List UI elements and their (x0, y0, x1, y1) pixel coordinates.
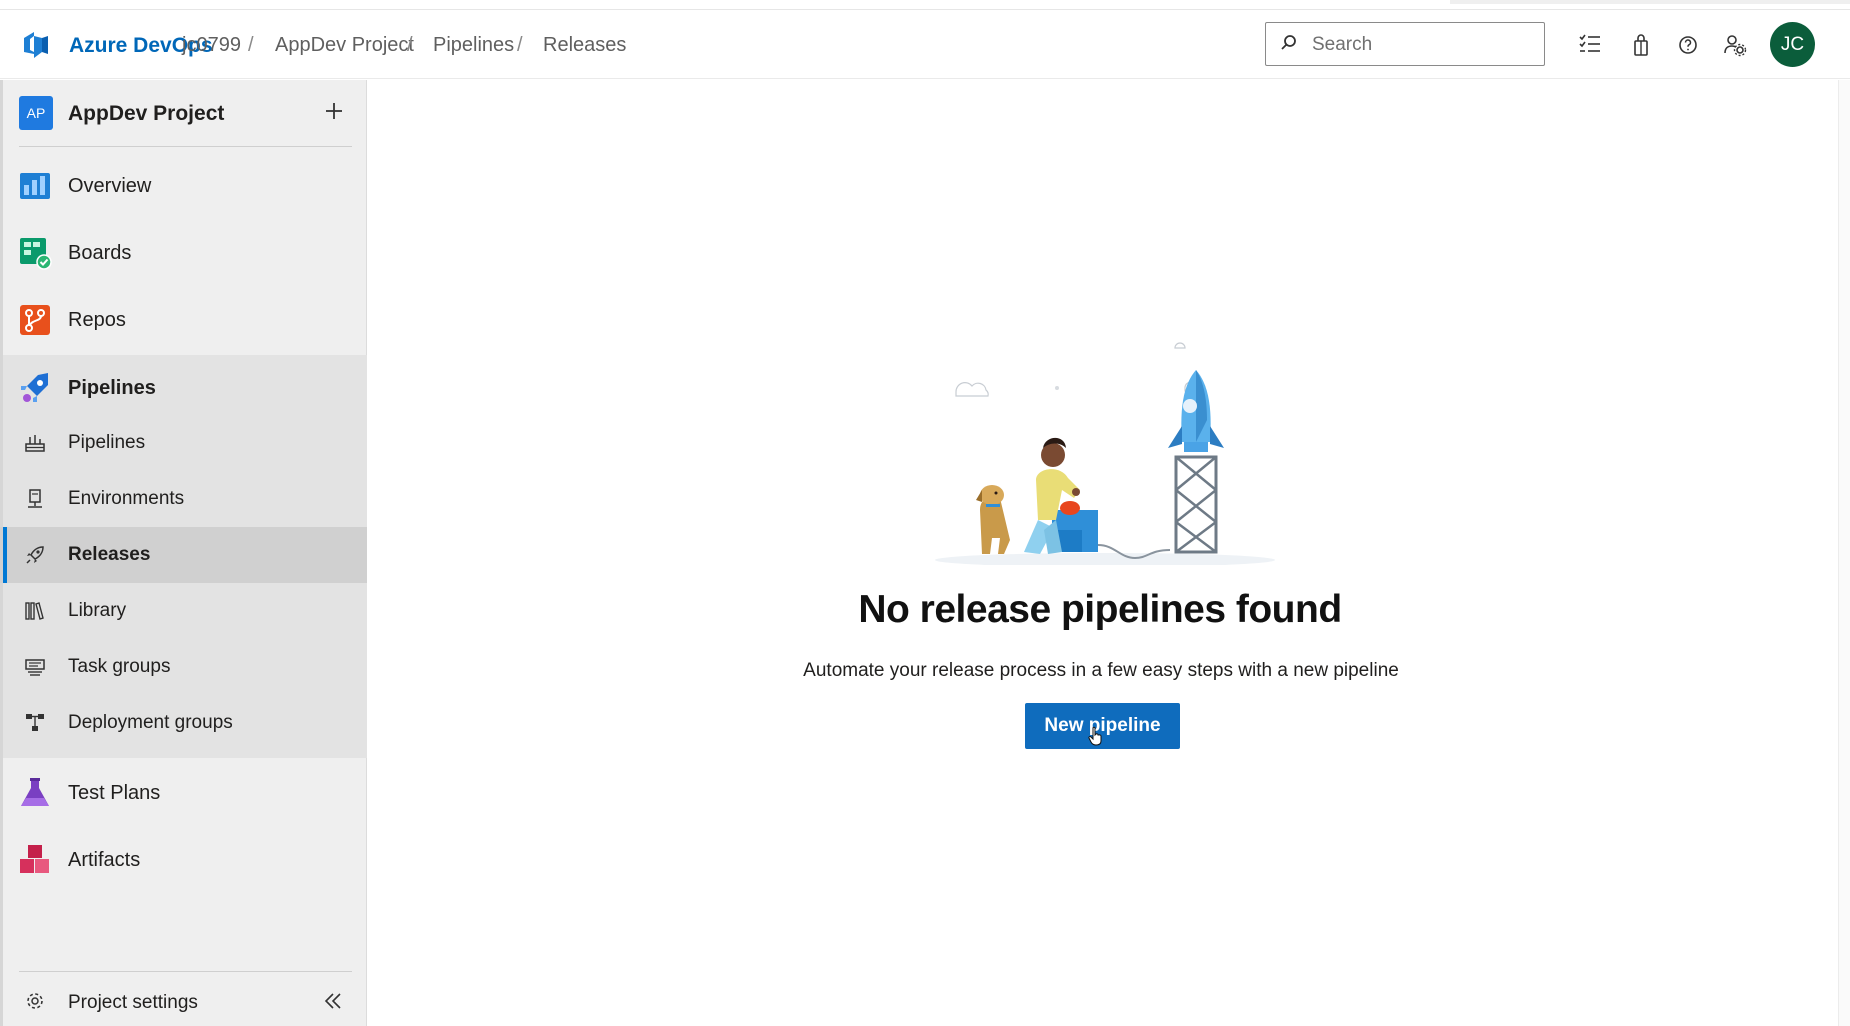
search-icon (1281, 35, 1296, 50)
overview-icon (20, 173, 50, 199)
boards-icon (20, 238, 52, 270)
task-list-icon[interactable] (1577, 32, 1603, 58)
search-placeholder: Search (1312, 34, 1373, 55)
project-badge: AP (19, 96, 53, 130)
nav-item-boards[interactable]: Boards (0, 220, 367, 286)
nav-item-label: Test Plans (68, 782, 161, 804)
nav-subitem-pipelines[interactable]: Pipelines (0, 415, 367, 471)
nav-item-label: Artifacts (68, 849, 141, 871)
user-avatar[interactable]: JC (1770, 22, 1815, 67)
environments-icon (28, 489, 42, 508)
selected-indicator (3, 527, 7, 583)
rocket-launch-illustration (935, 342, 1275, 565)
nav-subitem-deployment-groups[interactable]: Deployment groups (0, 695, 367, 751)
nav-item-label: Pipelines (68, 377, 156, 399)
breadcrumb-separator: / (407, 34, 413, 56)
breadcrumb-separator: / (517, 34, 523, 56)
search-input[interactable]: Search (1265, 22, 1545, 66)
divider (19, 971, 352, 972)
deployment-groups-icon (26, 714, 44, 731)
top-header: Azure DevOps jc0799 / AppDev Project / P… (0, 10, 1850, 79)
nav-item-artifacts[interactable]: Artifacts (0, 827, 367, 893)
new-pipeline-button[interactable]: New pipeline (1025, 703, 1180, 749)
repos-icon (20, 305, 50, 335)
project-settings-label: Project settings (68, 992, 198, 1013)
empty-state-title: No release pipelines found (858, 588, 1342, 631)
user-settings-icon[interactable] (1722, 32, 1748, 58)
nav-subitem-label: Pipelines (68, 432, 146, 453)
nav-item-label: Boards (68, 242, 132, 264)
nav-subitem-label: Deployment groups (68, 712, 233, 733)
releases-icon (26, 546, 44, 564)
gear-icon (27, 993, 43, 1009)
nav-subitem-label: Releases (68, 544, 151, 565)
nav-item-pipelines[interactable]: Pipelines (0, 355, 367, 421)
empty-state-subtitle: Automate your release process in a few e… (803, 660, 1399, 681)
nav-item-overview[interactable]: Overview (0, 153, 367, 219)
nav-subitem-label: Environments (68, 488, 185, 509)
project-header[interactable]: AP AppDev Project (0, 80, 367, 146)
breadcrumb-separator: / (248, 34, 254, 56)
breadcrumb-pipelines[interactable]: Pipelines (433, 34, 514, 57)
project-sidebar: AP AppDev Project Overview Boards Repos … (0, 80, 367, 1026)
pipelines-icon (21, 373, 48, 402)
browser-top-strip (0, 0, 1850, 10)
azure-devops-logo-icon[interactable] (20, 30, 52, 60)
nav-subitem-releases[interactable]: Releases (0, 527, 367, 583)
nav-item-repos[interactable]: Repos (0, 287, 367, 353)
nav-item-label: Repos (68, 309, 126, 331)
breadcrumb-organization[interactable]: jc0799 (182, 34, 241, 57)
nav-item-test-plans[interactable]: Test Plans (0, 760, 367, 826)
add-icon[interactable] (320, 97, 348, 125)
divider (19, 146, 352, 147)
collapse-sidebar-icon[interactable] (322, 990, 344, 1012)
test-plans-icon (21, 778, 49, 806)
project-settings-link[interactable]: Project settings (0, 978, 367, 1026)
breadcrumb-releases[interactable]: Releases (543, 34, 626, 57)
nav-subitem-environments[interactable]: Environments (0, 471, 367, 527)
breadcrumb-project[interactable]: AppDev Project (275, 34, 414, 57)
scrollbar[interactable] (1838, 80, 1850, 1026)
pipeline-sub-icon (25, 435, 45, 452)
project-name[interactable]: AppDev Project (68, 102, 224, 126)
help-icon[interactable] (1675, 32, 1701, 58)
mouse-cursor-icon (1088, 726, 1102, 746)
artifacts-icon (20, 845, 49, 873)
nav-item-label: Overview (68, 175, 152, 197)
pipelines-group: Pipelines Pipelines Environments Release… (0, 355, 367, 758)
shopping-bag-icon[interactable] (1628, 32, 1654, 58)
